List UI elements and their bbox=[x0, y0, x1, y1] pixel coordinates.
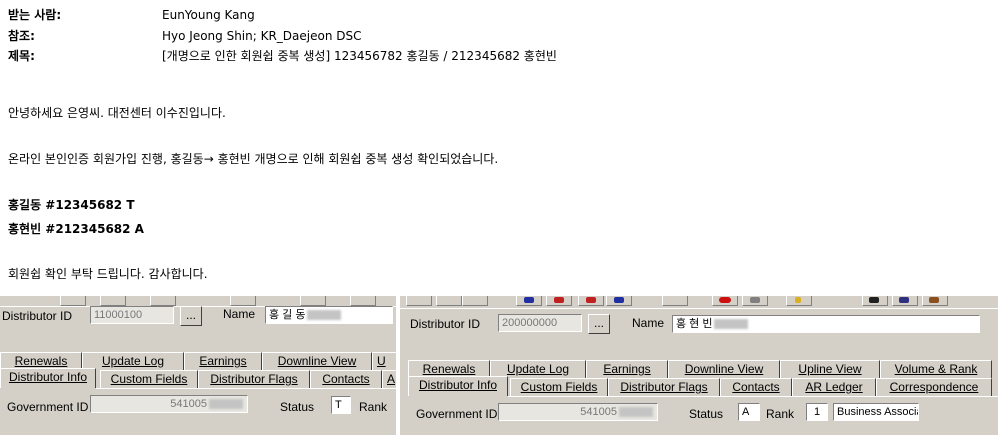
name-value: 홍 현 빈 bbox=[676, 318, 713, 330]
status-label: Status bbox=[280, 400, 315, 414]
tab-correspondence[interactable]: Correspondence bbox=[876, 378, 992, 396]
toolbar-button[interactable] bbox=[516, 296, 542, 306]
name-value: 홍 길 동 bbox=[269, 309, 306, 321]
email-closing: 회원쉽 확인 부탁 드립니다. 감사합니다. bbox=[8, 267, 208, 281]
distributor-id-field[interactable]: 200000000 bbox=[498, 314, 582, 332]
toolbar-button[interactable] bbox=[546, 296, 572, 306]
redaction bbox=[307, 310, 342, 321]
tab-distributor-flags[interactable]: Distributor Flags bbox=[198, 370, 310, 388]
tab-contacts[interactable]: Contacts bbox=[310, 370, 382, 388]
subject-value: [개명으로 인한 회원쉽 중복 생성] 123456782 홍길동 / 2123… bbox=[162, 49, 557, 63]
toolbar-button[interactable] bbox=[786, 296, 812, 306]
tab-baseline bbox=[508, 396, 998, 397]
tab-earnings[interactable]: Earnings bbox=[586, 360, 668, 378]
toolbar-button[interactable] bbox=[60, 296, 86, 306]
toolbar-button[interactable] bbox=[406, 296, 432, 306]
tab-earnings[interactable]: Earnings bbox=[184, 352, 262, 370]
tab-ar-ledger[interactable]: AR Ledger bbox=[792, 378, 876, 396]
tab-downline-view[interactable]: Downline View bbox=[262, 352, 372, 370]
key-icon bbox=[795, 297, 801, 303]
redaction bbox=[714, 319, 749, 330]
tab-row-2: Distributor Info Custom Fields Distribut… bbox=[400, 376, 998, 396]
tab-volume-rank[interactable]: Volume & Rank bbox=[880, 360, 992, 378]
tab-downline-view[interactable]: Downline View bbox=[668, 360, 780, 378]
rank-field[interactable]: 1 bbox=[806, 403, 828, 421]
name-field[interactable]: 홍 길 동 bbox=[265, 306, 393, 324]
cc-label: 참조: bbox=[8, 29, 35, 43]
to-label: 받는 사람: bbox=[8, 8, 62, 22]
arrow-next-icon bbox=[586, 297, 596, 303]
government-id-label: Government ID bbox=[7, 400, 89, 414]
tab-row-2: Distributor Info Custom Fields Distribut… bbox=[0, 368, 396, 388]
arrow-prev-icon bbox=[554, 297, 564, 303]
toolbar-button[interactable] bbox=[230, 296, 256, 306]
tools-icon bbox=[899, 297, 909, 303]
distributor-window-right: Distributor ID 200000000 ... Name 홍 현 빈 … bbox=[400, 296, 998, 435]
toolbar-button[interactable] bbox=[300, 296, 326, 306]
status-field[interactable]: T bbox=[331, 396, 351, 414]
distributor-window-left: Distributor ID 11000100 ... Name 홍 길 동 R… bbox=[0, 296, 396, 435]
government-id-field[interactable]: 541005 bbox=[90, 395, 248, 413]
redaction bbox=[209, 399, 243, 410]
rank-label: Rank bbox=[766, 407, 795, 421]
distributor-browse-button[interactable]: ... bbox=[588, 314, 610, 334]
name-field[interactable]: 홍 현 빈 bbox=[672, 315, 980, 333]
government-id-value: 541005 bbox=[580, 406, 617, 418]
tab-baseline bbox=[96, 388, 396, 389]
member-2: 홍현빈 #212345682 A bbox=[8, 222, 144, 236]
tab-custom-fields[interactable]: Custom Fields bbox=[100, 370, 198, 388]
distributor-id-label: Distributor ID bbox=[2, 309, 73, 323]
rank-label: Rank bbox=[359, 400, 388, 414]
toolbar-button[interactable] bbox=[606, 296, 632, 306]
name-label: Name bbox=[632, 316, 665, 330]
distributor-browse-button[interactable]: ... bbox=[180, 306, 202, 326]
distributor-id-label: Distributor ID bbox=[410, 317, 481, 331]
toolbar-button[interactable] bbox=[100, 296, 126, 306]
tab-contacts[interactable]: Contacts bbox=[720, 378, 792, 396]
toolbar-button[interactable] bbox=[462, 296, 488, 306]
toolbar-button[interactable] bbox=[662, 296, 688, 306]
toolbar-button[interactable] bbox=[150, 296, 176, 306]
toolbar-button[interactable] bbox=[892, 296, 918, 306]
document-icon bbox=[750, 297, 760, 303]
toolbar-button[interactable] bbox=[712, 296, 738, 306]
subject-label: 제목: bbox=[8, 49, 35, 63]
toolbar-button[interactable] bbox=[862, 296, 888, 306]
tab-upline-view[interactable]: Upline View bbox=[780, 360, 880, 378]
toolbar-button[interactable] bbox=[922, 296, 948, 306]
government-id-value: 541005 bbox=[170, 398, 207, 410]
exit-icon bbox=[929, 297, 939, 303]
stop-icon bbox=[719, 297, 731, 303]
member-1: 홍길동 #12345682 T bbox=[8, 198, 135, 212]
status-label: Status bbox=[689, 407, 724, 421]
tab-upline-view[interactable]: U bbox=[372, 352, 396, 370]
to-value[interactable]: EunYoung Kang bbox=[162, 6, 255, 24]
rank-name-field[interactable]: Business Associa bbox=[833, 403, 919, 421]
tab-custom-fields[interactable]: Custom Fields bbox=[510, 378, 608, 396]
toolbar bbox=[400, 296, 998, 309]
email-body-line: 온라인 본인인증 회원가입 진행, 홍길동→ 홍현빈 개명으로 인해 회원쉽 중… bbox=[8, 152, 499, 166]
toolbar-button[interactable] bbox=[742, 296, 768, 306]
toolbar-button[interactable] bbox=[578, 296, 604, 306]
toolbar-button[interactable] bbox=[436, 296, 462, 306]
print-icon bbox=[869, 297, 879, 303]
toolbar-button[interactable] bbox=[350, 296, 376, 306]
arrow-last-icon bbox=[614, 297, 624, 303]
government-id-label: Government ID bbox=[416, 407, 498, 421]
status-field[interactable]: A bbox=[738, 403, 760, 421]
cc-value[interactable]: Hyo Jeong Shin; KR_Daejeon DSC bbox=[162, 27, 362, 45]
distributor-id-field[interactable]: 11000100 bbox=[90, 306, 174, 324]
redaction bbox=[619, 407, 653, 418]
arrow-left-icon bbox=[524, 297, 534, 303]
name-label: Name bbox=[223, 307, 256, 321]
government-id-field[interactable]: 541005 bbox=[498, 403, 658, 421]
tab-update-log[interactable]: Update Log bbox=[82, 352, 184, 370]
tab-distributor-info[interactable]: Distributor Info bbox=[0, 368, 96, 388]
tab-distributor-info[interactable]: Distributor Info bbox=[408, 376, 508, 396]
tab-ar-ledger[interactable]: A bbox=[382, 370, 396, 388]
email-greeting: 안녕하세요 은영씨. 대전센터 이수진입니다. bbox=[8, 106, 226, 120]
tab-distributor-flags[interactable]: Distributor Flags bbox=[608, 378, 720, 396]
